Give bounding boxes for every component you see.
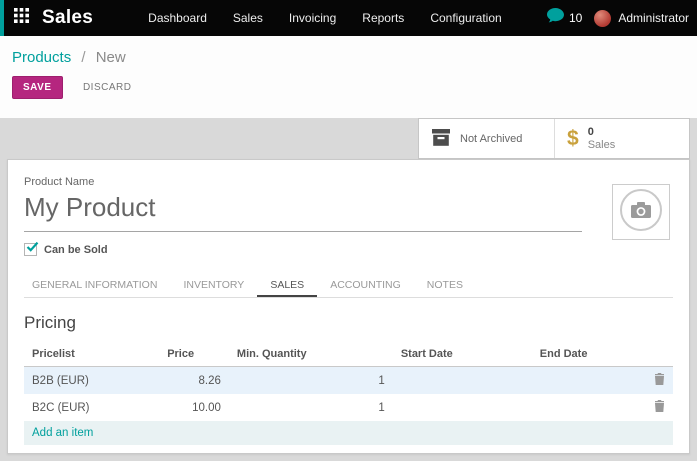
messages-count: 10 xyxy=(569,11,582,25)
sales-stat: 0 Sales xyxy=(588,126,616,152)
control-panel: Products / New SAVE DISCARD xyxy=(0,36,697,118)
sales-count: 0 xyxy=(588,126,616,139)
add-item-row[interactable]: Add an item xyxy=(24,421,673,445)
tab-accounting[interactable]: ACCOUNTING xyxy=(317,272,414,297)
sales-smart-button[interactable]: $ 0 Sales xyxy=(554,119,689,158)
pricing-table: Pricelist Price Min. Quantity Start Date… xyxy=(24,343,673,445)
apps-menu-button[interactable] xyxy=(14,8,29,28)
pricing-row-b2b[interactable]: B2B (EUR) 8.26 1 xyxy=(24,367,673,395)
save-button[interactable]: SAVE xyxy=(12,76,63,99)
messages-button[interactable]: 10 xyxy=(547,8,582,28)
cell-pricelist[interactable]: B2C (EUR) xyxy=(24,394,159,421)
cell-price[interactable]: 8.26 xyxy=(159,367,229,395)
sheet-header: Not Archived $ 0 Sales xyxy=(7,118,690,159)
main-content: Not Archived $ 0 Sales Product Name xyxy=(0,118,697,461)
cell-end-date[interactable] xyxy=(532,367,646,395)
user-avatar[interactable] xyxy=(594,10,611,27)
column-header-price: Price xyxy=(159,343,229,367)
menu-item-invoicing[interactable]: Invoicing xyxy=(276,0,349,36)
tab-notes[interactable]: NOTES xyxy=(414,272,476,297)
can-be-sold-label: Can be Sold xyxy=(44,244,108,256)
product-image-placeholder[interactable] xyxy=(612,184,670,240)
tab-sales[interactable]: SALES xyxy=(257,272,317,297)
column-header-end-date: End Date xyxy=(532,343,646,367)
navbar-accent-strip xyxy=(0,0,4,36)
cell-min-quantity[interactable]: 1 xyxy=(229,367,393,395)
pricing-header-row: Pricelist Price Min. Quantity Start Date… xyxy=(24,343,673,367)
form-sheet: Product Name Can be Sold xyxy=(7,159,690,454)
add-item-link[interactable]: Add an item xyxy=(24,421,673,445)
tab-inventory[interactable]: INVENTORY xyxy=(170,272,257,297)
column-header-pricelist: Pricelist xyxy=(24,343,159,367)
can-be-sold-field: Can be Sold xyxy=(24,243,673,256)
delete-row-button[interactable] xyxy=(646,367,673,395)
archive-label: Not Archived xyxy=(460,133,522,145)
discard-button[interactable]: DISCARD xyxy=(73,76,142,99)
product-name-input[interactable] xyxy=(24,189,582,232)
menu-item-configuration[interactable]: Configuration xyxy=(417,0,514,36)
notebook-tabs: GENERAL INFORMATION INVENTORY SALES ACCO… xyxy=(24,272,673,298)
top-navbar: Sales Dashboard Sales Invoicing Reports … xyxy=(0,0,697,36)
cell-start-date[interactable] xyxy=(393,394,532,421)
checkmark-icon xyxy=(26,241,39,253)
breadcrumb-current: New xyxy=(96,49,126,66)
menu-item-sales[interactable]: Sales xyxy=(220,0,276,36)
trash-icon xyxy=(654,376,665,388)
sales-label: Sales xyxy=(588,139,616,152)
cell-pricelist[interactable]: B2B (EUR) xyxy=(24,367,159,395)
tab-general-information[interactable]: GENERAL INFORMATION xyxy=(24,272,170,297)
camera-icon xyxy=(618,187,664,238)
menu-item-dashboard[interactable]: Dashboard xyxy=(135,0,220,36)
cell-start-date[interactable] xyxy=(393,367,532,395)
chat-bubble-icon xyxy=(547,8,564,28)
stat-button-box: Not Archived $ 0 Sales xyxy=(418,118,690,159)
grid-icon xyxy=(14,8,29,28)
menu-item-reports[interactable]: Reports xyxy=(349,0,417,36)
trash-icon xyxy=(654,403,665,415)
action-buttons: SAVE DISCARD xyxy=(12,76,697,99)
dollar-icon: $ xyxy=(567,127,579,151)
product-name-label: Product Name xyxy=(24,176,673,188)
pricing-row-b2c[interactable]: B2C (EUR) 10.00 1 xyxy=(24,394,673,421)
cell-price[interactable]: 10.00 xyxy=(159,394,229,421)
app-title: Sales xyxy=(42,7,93,29)
delete-row-button[interactable] xyxy=(646,394,673,421)
column-header-start-date: Start Date xyxy=(393,343,532,367)
breadcrumb: Products / New xyxy=(12,49,697,66)
breadcrumb-products-link[interactable]: Products xyxy=(12,49,71,66)
user-name[interactable]: Administrator xyxy=(618,11,689,25)
column-header-min-quantity: Min. Quantity xyxy=(229,343,393,367)
breadcrumb-separator: / xyxy=(81,49,85,66)
column-header-delete xyxy=(646,343,673,367)
cell-min-quantity[interactable]: 1 xyxy=(229,394,393,421)
archive-box-icon xyxy=(431,129,451,149)
pricing-section-title: Pricing xyxy=(24,313,673,333)
can-be-sold-checkbox[interactable] xyxy=(24,243,37,256)
navbar-right: 10 Administrator xyxy=(547,8,697,28)
main-menu: Dashboard Sales Invoicing Reports Config… xyxy=(135,0,515,36)
cell-end-date[interactable] xyxy=(532,394,646,421)
archive-toggle-button[interactable]: Not Archived xyxy=(419,119,554,158)
